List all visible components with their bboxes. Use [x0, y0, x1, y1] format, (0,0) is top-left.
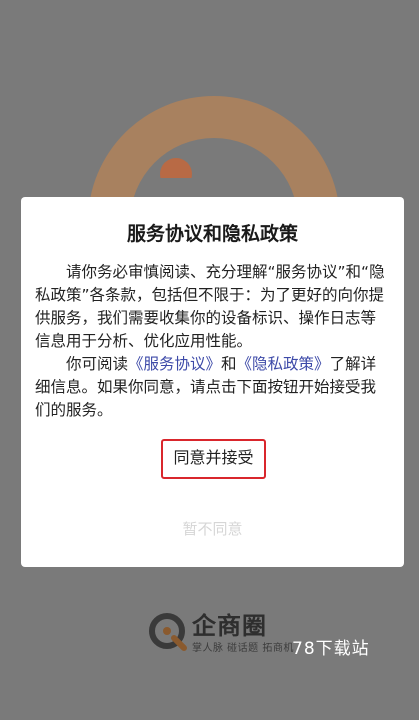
privacy-policy-link[interactable]: 《隐私政策》 [237, 355, 330, 373]
para2-prefix: 你可阅读 [66, 355, 129, 373]
dialog-title: 服务协议和隐私政策 [126, 223, 298, 245]
site-watermark: 78下载站 [292, 639, 370, 659]
dialog-paragraph-2: 你可阅读《服务协议》和《隐私政策》了解详细信息。如果你同意，请点击下面按钮开始接… [35, 353, 390, 422]
brand-logo-block: 企商圈 掌人脉 碰话题 拓商机 [148, 612, 294, 656]
decline-button[interactable]: 暂不同意 [21, 517, 404, 540]
privacy-dialog: 服务协议和隐私政策 请你务必审慎阅读、充分理解“服务协议”和“隐私政策”各条款，… [21, 197, 404, 567]
brand-name: 企商圈 [192, 612, 267, 640]
dialog-body: 请你务必审慎阅读、充分理解“服务协议”和“隐私政策”各条款，包括但不限于：为了更… [35, 261, 390, 422]
dialog-paragraph-1: 请你务必审慎阅读、充分理解“服务协议”和“隐私政策”各条款，包括但不限于：为了更… [35, 263, 385, 350]
brand-logo-icon [148, 612, 188, 652]
brand-slogan: 掌人脉 碰话题 拓商机 [192, 643, 294, 654]
agree-button[interactable]: 同意并接受 [161, 439, 266, 479]
service-agreement-link[interactable]: 《服务协议》 [128, 355, 221, 373]
splash-sun-art [156, 158, 196, 192]
para2-and: 和 [221, 355, 237, 373]
